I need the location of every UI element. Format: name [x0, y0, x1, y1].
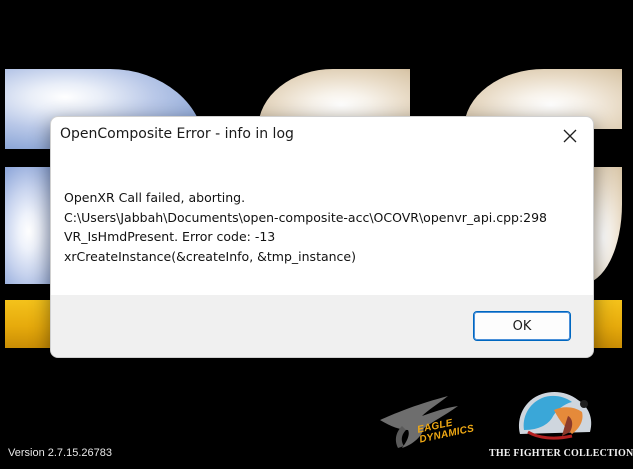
close-button[interactable] — [547, 117, 593, 155]
dialog-footer: OK — [51, 295, 593, 357]
version-text: Version 2.7.15.26783 — [8, 447, 112, 459]
dialog-title: OpenComposite Error - info in log — [60, 126, 294, 142]
fighter-collection-wordmark: THE FIGHTER COLLECTION — [489, 448, 633, 459]
close-icon — [563, 129, 577, 143]
fighter-collection-logo — [518, 392, 592, 440]
dialog-titlebar[interactable]: OpenComposite Error - info in log — [51, 117, 593, 155]
message-line: xrCreateInstance(&createInfo, &tmp_insta… — [64, 248, 356, 264]
message-line: VR_IsHmdPresent. Error code: -13 — [64, 229, 276, 244]
ok-button[interactable]: OK — [473, 311, 571, 341]
error-dialog: OpenComposite Error - info in log OpenXR… — [50, 116, 594, 358]
message-line: C:\Users\Jabbah\Documents\open-composite… — [64, 209, 548, 225]
dialog-message: OpenXR Call failed, aborting. C:\Users\J… — [64, 188, 583, 266]
message-line: OpenXR Call failed, aborting. — [64, 190, 246, 205]
